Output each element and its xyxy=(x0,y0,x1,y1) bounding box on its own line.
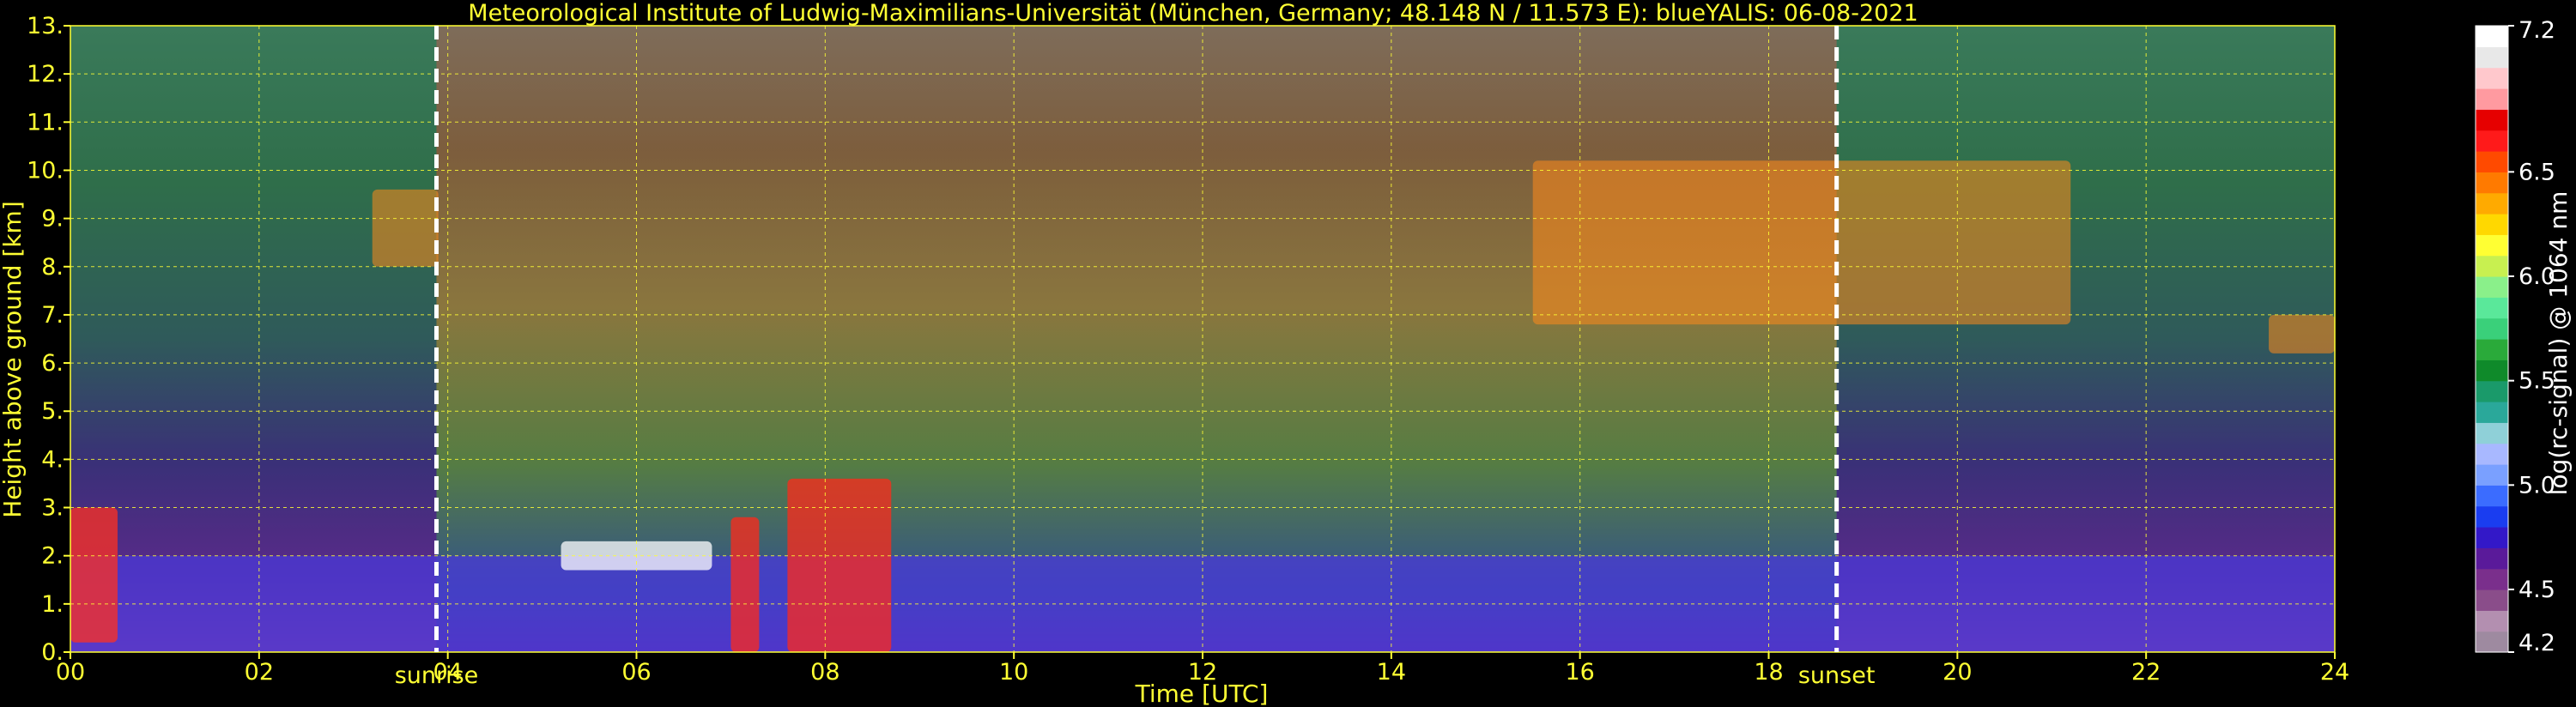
colorbar-segment xyxy=(2476,547,2508,570)
colorbar-segment xyxy=(2476,255,2508,277)
colorbar-segment xyxy=(2476,505,2508,528)
y-tick-label: 6. xyxy=(41,350,64,377)
colorbar-segment xyxy=(2476,297,2508,319)
colorbar-segment xyxy=(2476,339,2508,360)
x-tick-label: 02 xyxy=(245,659,274,686)
colorbar-segment xyxy=(2476,192,2508,215)
chart-title: Meteorological Institute of Ludwig-Maxim… xyxy=(468,0,1918,27)
colorbar-tick-label: 4.5 xyxy=(2518,577,2555,603)
x-tick-label: 24 xyxy=(2320,659,2349,686)
y-tick-label: 9. xyxy=(41,206,64,233)
x-tick-label: 06 xyxy=(621,659,651,686)
x-tick-label: 10 xyxy=(999,659,1028,686)
x-tick-label: 18 xyxy=(1754,659,1783,686)
y-tick-label: 2. xyxy=(41,543,64,570)
y-tick-label: 5. xyxy=(41,398,64,425)
colorbar-segment xyxy=(2476,589,2508,611)
colorbar-segment xyxy=(2476,485,2508,507)
cirrus-feature xyxy=(1532,160,2071,325)
colorbar-segment xyxy=(2476,610,2508,632)
x-tick-label: 08 xyxy=(810,659,839,686)
lidar-chart: sunrise sunset 00 02 04 06 08 10 12 14 16 18 20 22 24… xyxy=(0,0,2573,707)
cirrus-feature xyxy=(372,189,439,267)
colorbar xyxy=(2475,25,2509,653)
y-axis-label: Height above ground [km] xyxy=(0,201,27,518)
x-axis-label: Time [UTC] xyxy=(1135,680,1269,707)
x-tick-label: 14 xyxy=(1377,659,1406,686)
colorbar-segment xyxy=(2476,46,2508,69)
colorbar-segment xyxy=(2476,88,2508,110)
y-tick-label: 8. xyxy=(41,254,64,281)
colorbar-segment xyxy=(2476,67,2508,89)
y-tick-label: 13. xyxy=(27,13,64,39)
colorbar-segment xyxy=(2476,527,2508,548)
convective-cloud-feature xyxy=(730,517,760,652)
y-tick-label: 7. xyxy=(41,302,64,329)
y-tick-label: 4. xyxy=(41,446,64,473)
y-tick-label: 0. xyxy=(41,639,64,666)
plot-area xyxy=(70,26,2335,652)
colorbar-segment xyxy=(2476,151,2508,172)
y-axis-ticks: 0. 1. 2. 3. 4. 5. 6. 7. 8. 9. 10. 11. 12. 13. xyxy=(27,13,70,666)
colorbar-segment xyxy=(2476,443,2508,465)
x-tick-label: 16 xyxy=(1565,659,1594,686)
colorbar-segment xyxy=(2476,422,2508,444)
colorbar-label: log(rc-signal) @ 1064 nm xyxy=(2544,191,2573,496)
colorbar-segment xyxy=(2476,172,2508,194)
colorbar-tick-label: 6.5 xyxy=(2518,159,2555,185)
colorbar-segment xyxy=(2476,214,2508,235)
colorbar-segment xyxy=(2476,317,2508,340)
colorbar-segment xyxy=(2476,568,2508,590)
convective-cloud-feature xyxy=(787,478,892,652)
colorbar-tick-label: 4.2 xyxy=(2518,630,2555,656)
colorbar-tick-label: 7.2 xyxy=(2518,17,2555,44)
colorbar-segment xyxy=(2476,234,2508,257)
y-tick-label: 11. xyxy=(27,109,64,136)
y-tick-label: 12. xyxy=(27,61,64,88)
colorbar-segment xyxy=(2476,631,2508,653)
colorbar-segment xyxy=(2476,276,2508,298)
x-tick-label: 04 xyxy=(433,659,462,686)
cirrus-feature xyxy=(2269,314,2335,354)
x-tick-label: 22 xyxy=(2131,659,2161,686)
colorbar-segment xyxy=(2476,464,2508,486)
colorbar-segment xyxy=(2476,380,2508,402)
colorbar-segment xyxy=(2476,26,2508,47)
x-tick-label: 20 xyxy=(1943,659,1972,686)
colorbar-segment xyxy=(2476,360,2508,382)
y-tick-label: 3. xyxy=(41,495,64,522)
low-cloud-feature xyxy=(70,507,118,643)
colorbar-segment xyxy=(2476,109,2508,131)
annotation-label: sunset xyxy=(1798,662,1876,689)
y-tick-label: 10. xyxy=(27,157,64,184)
y-tick-label: 1. xyxy=(41,591,64,618)
colorbar-segment xyxy=(2476,402,2508,423)
colorbar-segment xyxy=(2476,130,2508,152)
